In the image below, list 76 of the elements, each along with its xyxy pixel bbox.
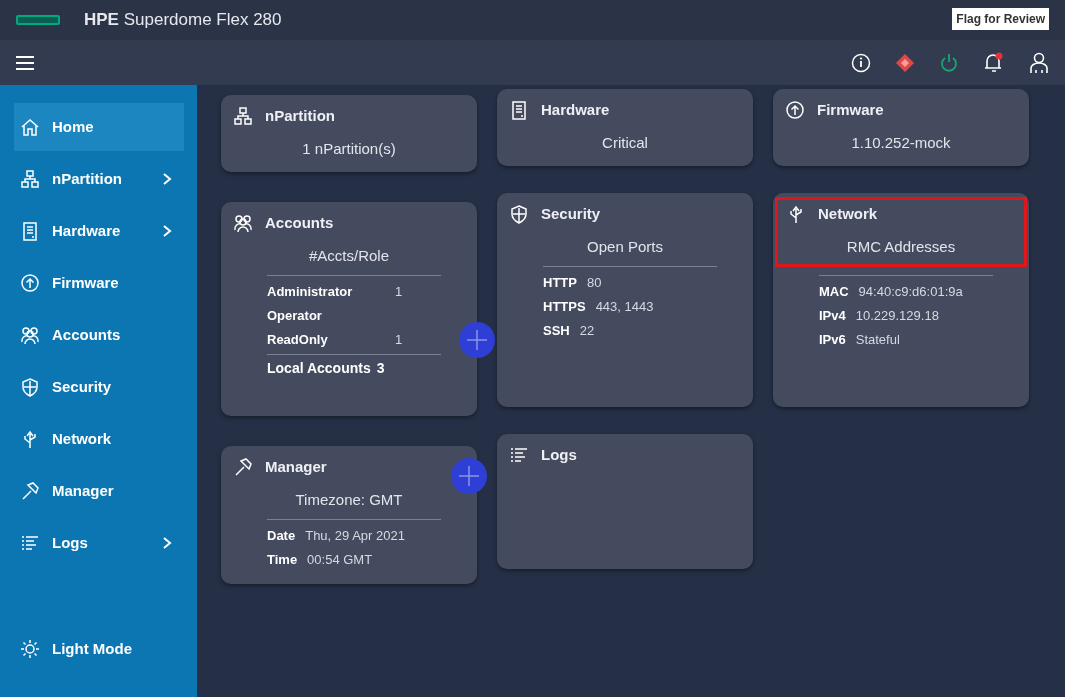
sidebar-item[interactable]: Hardware xyxy=(14,207,184,255)
row-label: HTTPS xyxy=(543,298,586,316)
row-label: HTTP xyxy=(543,274,577,292)
bell-icon[interactable] xyxy=(983,51,1005,74)
users-icon xyxy=(233,213,253,234)
row-value: 1 xyxy=(395,283,403,301)
sidebar-item[interactable]: Security xyxy=(14,363,184,411)
home-icon xyxy=(20,117,40,137)
row-label: Local Accounts xyxy=(267,359,371,378)
row-label: SSH xyxy=(543,322,570,340)
server-icon xyxy=(20,221,40,241)
plus-icon xyxy=(458,465,480,487)
row-value: Thu, 29 Apr 2021 xyxy=(305,527,405,545)
users-icon xyxy=(20,325,40,345)
card-summary: 1 nPartition(s) xyxy=(301,138,397,159)
row-label: Administrator xyxy=(267,283,354,301)
row-label: IPv6 xyxy=(819,331,846,349)
card-title: Logs xyxy=(541,445,577,465)
card-title: Network xyxy=(818,204,878,224)
sidebar-item[interactable]: Accounts xyxy=(14,311,184,359)
card-summary: #Accts/Role xyxy=(307,245,390,266)
sidebar-item[interactable]: nPartition xyxy=(14,155,184,203)
row-value: 22 xyxy=(579,322,595,340)
upload-icon xyxy=(785,100,805,121)
diamond-icon[interactable] xyxy=(895,52,915,73)
row-value: Stateful xyxy=(855,331,900,349)
card-summary: RMC Addresses xyxy=(845,236,957,257)
row-value: 80 xyxy=(586,274,602,292)
row-value: 443, 1443 xyxy=(595,298,654,316)
shield-icon xyxy=(20,377,40,397)
app-title: HPE Superdome Flex 280 xyxy=(84,9,282,32)
hierarchy-icon xyxy=(233,106,253,127)
card-summary: Timezone: GMT xyxy=(294,489,404,510)
row-label: IPv4 xyxy=(819,307,846,325)
row-label: MAC xyxy=(819,283,849,301)
add-button[interactable] xyxy=(451,458,487,494)
logo-icon xyxy=(16,15,60,25)
hammer-icon xyxy=(233,457,253,478)
row-label: Time xyxy=(267,551,298,569)
row-value: 00:54 GMT xyxy=(307,551,373,569)
server-icon xyxy=(509,100,529,121)
row-value: 10.229.129.18 xyxy=(855,307,939,325)
plus-icon xyxy=(466,329,488,351)
card-title: Firmware xyxy=(817,100,884,120)
card-title: Manager xyxy=(265,457,327,477)
card-summary: Open Ports xyxy=(586,236,664,257)
upload-icon xyxy=(20,273,40,293)
row-label: ReadOnly xyxy=(267,331,329,349)
light-mode-button[interactable]: Light Mode xyxy=(14,625,184,673)
list-icon xyxy=(20,533,40,553)
row-value: 3 xyxy=(376,359,385,378)
shield-icon xyxy=(509,204,529,225)
sidebar-item[interactable]: Network xyxy=(14,415,184,463)
add-button[interactable] xyxy=(459,322,495,358)
user-icon[interactable] xyxy=(1029,51,1049,74)
card-summary: 1.10.252-mock xyxy=(850,132,952,153)
power-icon[interactable] xyxy=(939,52,959,73)
sidebar-item[interactable]: Logs xyxy=(14,519,184,567)
hierarchy-icon xyxy=(20,169,40,189)
flag-for-review-label[interactable]: Flag for Review xyxy=(952,8,1049,30)
row-value: 1 xyxy=(395,331,403,349)
row-label: Operator xyxy=(267,307,323,325)
sidebar-item[interactable]: Home xyxy=(14,103,184,151)
sidebar-item[interactable]: Manager xyxy=(14,467,184,515)
sun-icon xyxy=(20,639,40,659)
info-icon[interactable] xyxy=(851,52,871,73)
row-label: Date xyxy=(267,527,296,545)
card-summary: Critical xyxy=(601,132,649,153)
menu-icon[interactable] xyxy=(16,54,34,71)
card-title: Hardware xyxy=(541,100,610,120)
hammer-icon xyxy=(20,481,40,501)
sidebar-item[interactable]: Firmware xyxy=(14,259,184,307)
row-value: 94:40:c9:d6:01:9a xyxy=(858,283,963,301)
card-title: nPartition xyxy=(265,106,335,126)
card-title: Accounts xyxy=(265,213,334,233)
card-title: Security xyxy=(541,204,601,224)
